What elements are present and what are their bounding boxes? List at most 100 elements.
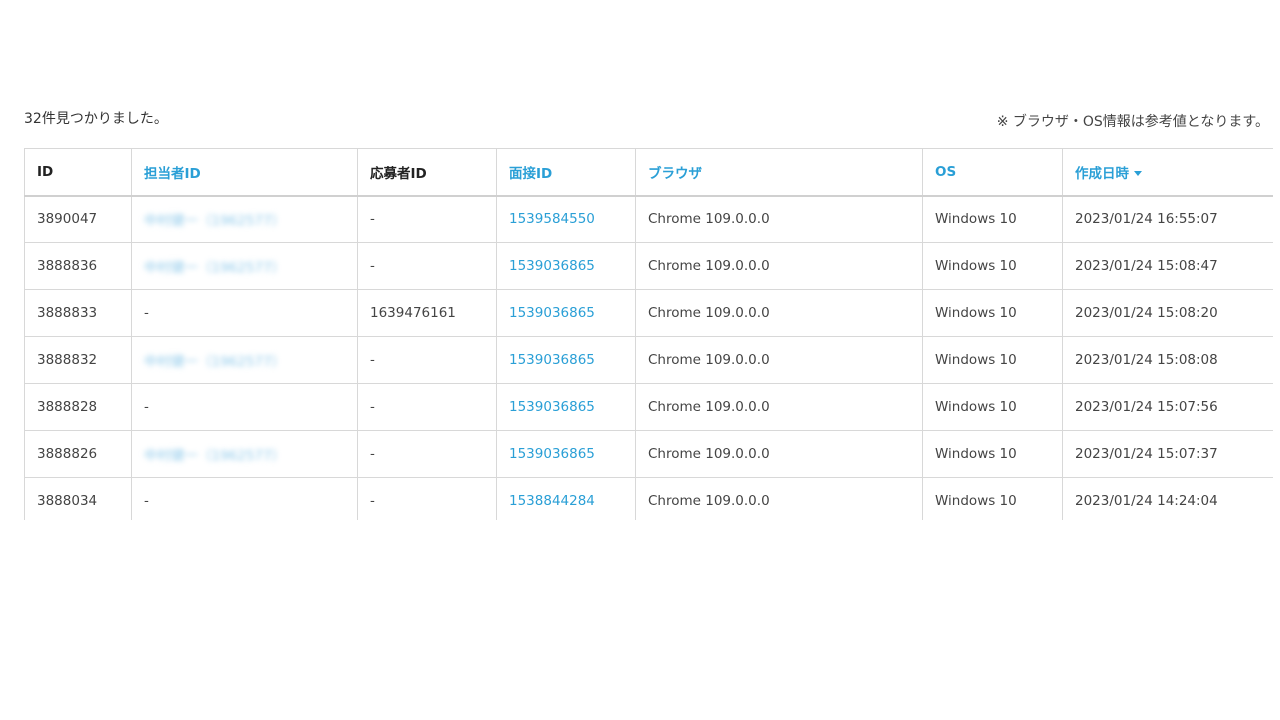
cell-created-at: 2023/01/24 15:07:56 bbox=[1062, 383, 1273, 431]
cell-applicant-id: - bbox=[357, 430, 497, 478]
cell-os-value: Windows 10 bbox=[935, 352, 1017, 368]
interview-link[interactable]: 1538844284 bbox=[509, 493, 595, 509]
cell-staff-id: 中村健一（1962577） bbox=[131, 242, 358, 290]
cell-staff-id: 中村健一（1962577） bbox=[131, 430, 358, 478]
results-panel: 32件見つかりました。 ※ ブラウザ・OS情報は参考値となります。 ID 担当者… bbox=[24, 104, 1273, 520]
sort-descending-icon bbox=[1134, 171, 1142, 177]
cell-browser-value: Chrome 109.0.0.0 bbox=[648, 211, 770, 228]
cell-staff-id: 中村健一（1962577） bbox=[131, 336, 358, 384]
interview-link[interactable]: 1539036865 bbox=[509, 352, 595, 368]
staff-link[interactable]: 中村健一（1962577） bbox=[144, 260, 285, 276]
cell-browser: Chrome 109.0.0.0 bbox=[635, 477, 923, 520]
cell-applicant-id: 1639476161 bbox=[357, 289, 497, 337]
cell-os-value: Windows 10 bbox=[935, 211, 1017, 228]
cell-os-value: Windows 10 bbox=[935, 258, 1017, 274]
cell-os: Windows 10 bbox=[922, 195, 1063, 243]
column-header-created-at[interactable]: 作成日時 bbox=[1062, 148, 1273, 197]
cell-applicant-id: - bbox=[357, 195, 497, 243]
cell-staff-id: - bbox=[131, 289, 358, 337]
cell-applicant-id: - bbox=[357, 242, 497, 290]
cell-interview-id: 1539036865 bbox=[496, 289, 636, 337]
cell-applicant-id-value: 1639476161 bbox=[370, 305, 456, 321]
cell-applicant-id-value: - bbox=[370, 211, 375, 228]
cell-browser: Chrome 109.0.0.0 bbox=[635, 383, 923, 431]
cell-browser-value: Chrome 109.0.0.0 bbox=[648, 446, 770, 462]
cell-interview-id: 1539584550 bbox=[496, 195, 636, 243]
cell-applicant-id-value: - bbox=[370, 446, 375, 462]
results-table: ID 担当者ID 応募者ID 面接ID ブラウザ OS 作成日時 3890047… bbox=[24, 148, 1273, 520]
column-header-interview-id[interactable]: 面接ID bbox=[496, 148, 636, 197]
cell-browser-value: Chrome 109.0.0.0 bbox=[648, 258, 770, 274]
cell-created-at-value: 2023/01/24 15:08:20 bbox=[1075, 305, 1218, 321]
table-row: 3888034 - - 1538844284 Chrome 109.0.0.0 Windo… bbox=[24, 477, 1273, 520]
cell-id: 3888034 bbox=[24, 477, 132, 520]
result-count: 32件見つかりました。 bbox=[24, 111, 168, 127]
summary-bar: 32件見つかりました。 ※ ブラウザ・OS情報は参考値となります。 bbox=[24, 104, 1273, 148]
table-row: 3888836 中村健一（1962577） - 1539036865 Chrome 10… bbox=[24, 242, 1273, 290]
cell-created-at: 2023/01/24 14:24:04 bbox=[1062, 477, 1273, 520]
cell-os: Windows 10 bbox=[922, 336, 1063, 384]
staff-link[interactable]: 中村健一（1962577） bbox=[144, 213, 285, 229]
cell-id-value: 3888828 bbox=[37, 399, 98, 415]
cell-id: 3888836 bbox=[24, 242, 132, 290]
cell-staff-id-value: - bbox=[144, 305, 149, 321]
cell-created-at: 2023/01/24 16:55:07 bbox=[1062, 195, 1273, 243]
cell-created-at: 2023/01/24 15:08:08 bbox=[1062, 336, 1273, 384]
column-header-staff-id[interactable]: 担当者ID bbox=[131, 148, 358, 197]
cell-id-value: 3888826 bbox=[37, 446, 98, 462]
cell-browser: Chrome 109.0.0.0 bbox=[635, 336, 923, 384]
cell-created-at-value: 2023/01/24 14:24:04 bbox=[1075, 493, 1218, 509]
table-row: 3888828 - - 1539036865 Chrome 109.0.0.0 Windo… bbox=[24, 383, 1273, 431]
cell-created-at: 2023/01/24 15:08:47 bbox=[1062, 242, 1273, 290]
cell-os-value: Windows 10 bbox=[935, 446, 1017, 462]
cell-created-at-value: 2023/01/24 15:08:08 bbox=[1075, 352, 1218, 368]
cell-os: Windows 10 bbox=[922, 289, 1063, 337]
interview-link[interactable]: 1539036865 bbox=[509, 446, 595, 462]
cell-id-value: 3890047 bbox=[37, 211, 98, 228]
cell-id: 3888833 bbox=[24, 289, 132, 337]
staff-link[interactable]: 中村健一（1962577） bbox=[144, 354, 285, 370]
cell-created-at-value: 2023/01/24 15:08:47 bbox=[1075, 258, 1218, 274]
cell-id: 3890047 bbox=[24, 195, 132, 243]
cell-staff-id: 中村健一（1962577） bbox=[131, 195, 358, 243]
cell-created-at-value: 2023/01/24 15:07:56 bbox=[1075, 399, 1218, 415]
cell-browser: Chrome 109.0.0.0 bbox=[635, 430, 923, 478]
cell-id-value: 3888034 bbox=[37, 493, 98, 509]
cell-os-value: Windows 10 bbox=[935, 399, 1017, 415]
column-header-id: ID bbox=[24, 148, 132, 197]
table-body: 3890047 中村健一（1962577） - 1539584550 Chrome 10… bbox=[24, 195, 1273, 520]
column-header-browser[interactable]: ブラウザ bbox=[635, 148, 923, 197]
cell-created-at-value: 2023/01/24 16:55:07 bbox=[1075, 211, 1218, 228]
column-header-applicant-id: 応募者ID bbox=[357, 148, 497, 197]
table-viewport[interactable]: ID 担当者ID 応募者ID 面接ID ブラウザ OS 作成日時 3890047… bbox=[24, 148, 1273, 520]
cell-browser-value: Chrome 109.0.0.0 bbox=[648, 493, 770, 509]
cell-created-at-value: 2023/01/24 15:07:37 bbox=[1075, 446, 1218, 462]
table-row: 3888826 中村健一（1962577） - 1539036865 Chrome 10… bbox=[24, 430, 1273, 478]
cell-interview-id: 1539036865 bbox=[496, 242, 636, 290]
cell-applicant-id-value: - bbox=[370, 493, 375, 509]
table-row: 3888832 中村健一（1962577） - 1539036865 Chrome 10… bbox=[24, 336, 1273, 384]
cell-applicant-id-value: - bbox=[370, 399, 375, 415]
cell-applicant-id: - bbox=[357, 336, 497, 384]
interview-link[interactable]: 1539036865 bbox=[509, 399, 595, 415]
cell-applicant-id: - bbox=[357, 477, 497, 520]
column-header-os[interactable]: OS bbox=[922, 148, 1063, 197]
interview-link[interactable]: 1539036865 bbox=[509, 305, 595, 321]
cell-browser: Chrome 109.0.0.0 bbox=[635, 195, 923, 243]
cell-staff-id-value: - bbox=[144, 399, 149, 415]
cell-applicant-id: - bbox=[357, 383, 497, 431]
staff-link[interactable]: 中村健一（1962577） bbox=[144, 448, 285, 464]
cell-interview-id: 1539036865 bbox=[496, 430, 636, 478]
cell-id-value: 3888833 bbox=[37, 305, 98, 321]
cell-browser-value: Chrome 109.0.0.0 bbox=[648, 352, 770, 368]
cell-id-value: 3888832 bbox=[37, 352, 98, 368]
interview-link[interactable]: 1539584550 bbox=[509, 211, 595, 227]
interview-link[interactable]: 1539036865 bbox=[509, 258, 595, 274]
cell-os: Windows 10 bbox=[922, 477, 1063, 520]
cell-browser-value: Chrome 109.0.0.0 bbox=[648, 305, 770, 321]
cell-id: 3888826 bbox=[24, 430, 132, 478]
cell-created-at: 2023/01/24 15:07:37 bbox=[1062, 430, 1273, 478]
cell-os-value: Windows 10 bbox=[935, 305, 1017, 321]
cell-applicant-id-value: - bbox=[370, 352, 375, 368]
cell-id: 3888828 bbox=[24, 383, 132, 431]
